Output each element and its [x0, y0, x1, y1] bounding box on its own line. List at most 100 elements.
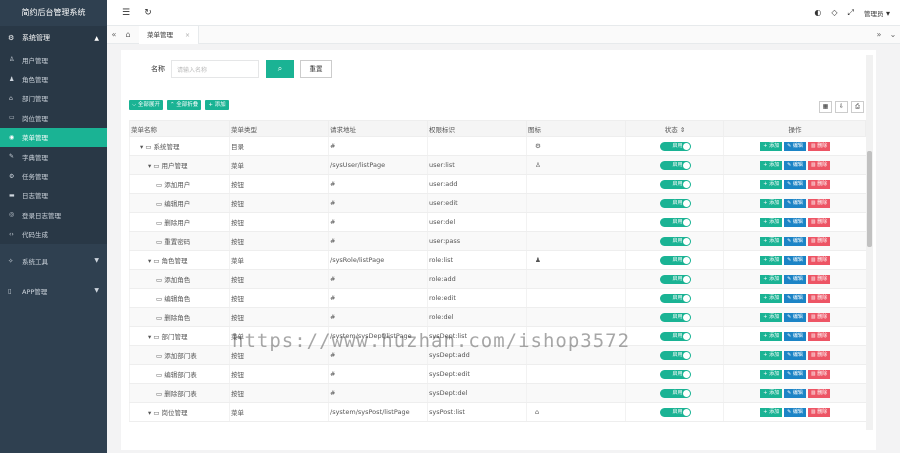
row-delete-button[interactable]: ▥ 删除 — [807, 160, 831, 170]
row-delete-button[interactable]: ▥ 删除 — [807, 255, 831, 265]
table-row[interactable]: ▾ ▭ 系统管理 目录 # ⚙ 启用 + 添加 ✎ 编辑 ▥ 删除 — [129, 136, 866, 156]
row-add-button[interactable]: + 添加 — [760, 141, 783, 151]
row-add-button[interactable]: + 添加 — [760, 255, 783, 265]
row-add-button[interactable]: + 添加 — [760, 160, 783, 170]
table-row[interactable]: ▾ ▭ 岗位管理 菜单/system/sysPost/listPage sysPos… — [129, 402, 866, 422]
sidebar-item-logs[interactable]: ▬ 日志管理 — [0, 186, 107, 205]
status-toggle[interactable]: 启用 — [659, 255, 691, 265]
row-edit-button[interactable]: ✎ 编辑 — [784, 179, 806, 189]
tree-node-icon[interactable]: ▭ — [156, 371, 164, 379]
status-toggle[interactable]: 启用 — [659, 236, 691, 246]
sidebar-item-posts[interactable]: ▭ 岗位管理 — [0, 108, 107, 127]
table-row[interactable]: ▾ ▭ 角色管理 菜单/sysRole/listPage role:list ♟ 启用 +… — [129, 250, 866, 270]
status-toggle[interactable]: 启用 — [659, 141, 691, 151]
table-row[interactable]: ▭ 编辑用户 按钮 # user:edit 启用 + 添加 ✎ 编辑 ▥ 删除 — [129, 193, 866, 213]
row-edit-button[interactable]: ✎ 编辑 — [784, 198, 806, 208]
chevron-down-icon[interactable]: ⌄ — [886, 30, 900, 39]
reset-button[interactable]: 重置 — [300, 60, 332, 78]
table-row[interactable]: ▭ 添加部门表 按钮 # sysDept:add 启用 + 添加 ✎ 编辑 ▥ 删除 — [129, 345, 866, 365]
tree-node-icon[interactable]: ▾ ▭ — [140, 143, 154, 151]
row-delete-button[interactable]: ▥ 删除 — [807, 388, 831, 398]
scrollbar[interactable] — [866, 55, 873, 430]
tab-scroll-right-icon[interactable]: » — [872, 30, 886, 39]
row-add-button[interactable]: + 添加 — [760, 407, 783, 417]
row-add-button[interactable]: + 添加 — [760, 388, 783, 398]
table-row[interactable]: ▭ 添加角色 按钮 # role:add 启用 + 添加 ✎ 编辑 ▥ 删除 — [129, 269, 866, 289]
row-add-button[interactable]: + 添加 — [760, 312, 783, 322]
status-toggle[interactable]: 启用 — [659, 179, 691, 189]
tree-node-icon[interactable]: ▾ ▭ — [148, 257, 162, 265]
row-edit-button[interactable]: ✎ 编辑 — [784, 350, 806, 360]
row-edit-button[interactable]: ✎ 编辑 — [784, 217, 806, 227]
row-delete-button[interactable]: ▥ 删除 — [807, 236, 831, 246]
table-row[interactable]: ▭ 重置密码 按钮 # user:pass 启用 + 添加 ✎ 编辑 ▥ 删除 — [129, 231, 866, 251]
row-edit-button[interactable]: ✎ 编辑 — [784, 274, 806, 284]
row-edit-button[interactable]: ✎ 编辑 — [784, 160, 806, 170]
close-icon[interactable]: × — [185, 32, 190, 39]
sidebar-item-menus[interactable]: ◉ 菜单管理 — [0, 127, 107, 147]
status-toggle[interactable]: 启用 — [659, 388, 691, 398]
row-add-button[interactable]: + 添加 — [760, 179, 783, 189]
row-delete-button[interactable]: ▥ 删除 — [807, 312, 831, 322]
tree-node-icon[interactable]: ▭ — [156, 238, 164, 246]
table-row[interactable]: ▭ 删除部门表 按钮 # sysDept:del 启用 + 添加 ✎ 编辑 ▥ 删除 — [129, 383, 866, 403]
tree-node-icon[interactable]: ▭ — [156, 390, 164, 398]
column-header-status[interactable]: 状态 ⇕ — [625, 120, 724, 137]
tree-node-icon[interactable]: ▾ ▭ — [148, 162, 162, 170]
tree-node-icon[interactable]: ▭ — [156, 295, 164, 303]
tree-node-icon[interactable]: ▭ — [156, 219, 164, 227]
sidebar-item-login-logs[interactable]: ◎ 登录日志管理 — [0, 205, 107, 224]
row-delete-button[interactable]: ▥ 删除 — [807, 331, 831, 341]
row-add-button[interactable]: + 添加 — [760, 350, 783, 360]
table-row[interactable]: ▭ 编辑部门表 按钮 # sysDept:edit 启用 + 添加 ✎ 编辑 ▥ 删除 — [129, 364, 866, 384]
row-delete-button[interactable]: ▥ 删除 — [807, 198, 831, 208]
row-add-button[interactable]: + 添加 — [760, 293, 783, 303]
menu-toggle-icon[interactable]: ☰ — [115, 8, 137, 18]
scrollbar-thumb[interactable] — [867, 151, 872, 247]
sidebar-item-users[interactable]: ♙ 用户管理 — [0, 50, 107, 69]
row-delete-button[interactable]: ▥ 删除 — [807, 274, 831, 284]
row-edit-button[interactable]: ✎ 编辑 — [784, 255, 806, 265]
user-menu[interactable]: 管理员 ▾ — [864, 8, 890, 18]
status-toggle[interactable]: 启用 — [659, 350, 691, 360]
tree-node-icon[interactable]: ▭ — [156, 314, 164, 322]
sidebar-group-tools[interactable]: ✧ 系统工具 ▼ — [0, 249, 107, 273]
status-toggle[interactable]: 启用 — [659, 369, 691, 379]
tag-icon[interactable]: ◇ — [831, 8, 837, 17]
row-delete-button[interactable]: ▥ 删除 — [807, 293, 831, 303]
row-add-button[interactable]: + 添加 — [760, 274, 783, 284]
row-add-button[interactable]: + 添加 — [760, 236, 783, 246]
row-delete-button[interactable]: ▥ 删除 — [807, 407, 831, 417]
row-edit-button[interactable]: ✎ 编辑 — [784, 407, 806, 417]
tree-node-icon[interactable]: ▾ ▭ — [148, 409, 162, 417]
table-row[interactable]: ▭ 编辑角色 按钮 # role:edit 启用 + 添加 ✎ 编辑 ▥ 删除 — [129, 288, 866, 308]
tree-node-icon[interactable]: ▭ — [156, 276, 164, 284]
home-tab-icon[interactable]: ⌂ — [121, 30, 135, 39]
table-row[interactable]: ▾ ▭ 用户管理 菜单/sysUser/listPage user:list ♙ 启用 +… — [129, 155, 866, 175]
sidebar-item-roles[interactable]: ♟ 角色管理 — [0, 69, 107, 88]
status-toggle[interactable]: 启用 — [659, 293, 691, 303]
expand-all-button[interactable]: ⌵ 全部展开 — [129, 100, 163, 110]
sidebar-item-depts[interactable]: ⌂ 部门管理 — [0, 89, 107, 108]
collapse-all-button[interactable]: ⌃ 全部折叠 — [166, 100, 202, 110]
status-toggle[interactable]: 启用 — [659, 217, 691, 227]
row-delete-button[interactable]: ▥ 删除 — [807, 217, 831, 227]
table-row[interactable]: ▾ ▭ 部门管理 菜单/system/sysDept/listPage sysDep… — [129, 326, 866, 346]
fullscreen-icon[interactable]: ⤢ — [848, 8, 854, 18]
tree-node-icon[interactable]: ▭ — [156, 181, 164, 189]
sidebar-item-tasks[interactable]: ⚙ 任务管理 — [0, 166, 107, 185]
sidebar-item-codegen[interactable]: ‹› 代码生成 — [0, 225, 107, 244]
tree-node-icon[interactable]: ▭ — [156, 200, 164, 208]
row-delete-button[interactable]: ▥ 删除 — [807, 350, 831, 360]
status-toggle[interactable]: 启用 — [659, 407, 691, 417]
sidebar-group-system[interactable]: ⚙ 系统管理 ▲ — [0, 26, 107, 50]
row-add-button[interactable]: + 添加 — [760, 217, 783, 227]
row-add-button[interactable]: + 添加 — [760, 369, 783, 379]
table-row[interactable]: ▭ 删除用户 按钮 # user:del 启用 + 添加 ✎ 编辑 ▥ 删除 — [129, 212, 866, 232]
row-edit-button[interactable]: ✎ 编辑 — [784, 236, 806, 246]
sidebar-group-app[interactable]: ▯ APP管理 ▼ — [0, 279, 107, 303]
row-delete-button[interactable]: ▥ 删除 — [807, 179, 831, 189]
tab-scroll-left-icon[interactable]: « — [107, 30, 121, 39]
tree-node-icon[interactable]: ▭ — [156, 352, 164, 360]
row-edit-button[interactable]: ✎ 编辑 — [784, 312, 806, 322]
